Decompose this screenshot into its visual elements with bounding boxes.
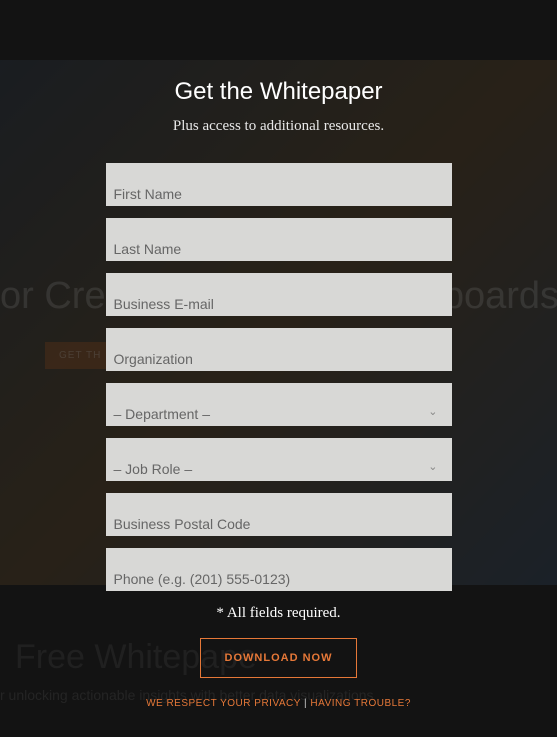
- whitepaper-modal: Get the Whitepaper Plus access to additi…: [0, 0, 557, 709]
- organization-label: Organization: [114, 351, 193, 371]
- postal-label: Business Postal Code: [114, 516, 251, 536]
- modal-subtitle: Plus access to additional resources.: [0, 118, 557, 135]
- last-name-label: Last Name: [114, 241, 182, 261]
- footer-links: WE RESPECT YOUR PRIVACY | HAVING TROUBLE…: [0, 698, 557, 709]
- email-label: Business E-mail: [114, 296, 214, 316]
- email-field[interactable]: Business E-mail: [106, 273, 452, 316]
- department-label: – Department –: [114, 406, 211, 426]
- last-name-field[interactable]: Last Name: [106, 218, 452, 261]
- chevron-down-icon: ⌄: [428, 405, 443, 426]
- lead-form: First Name Last Name Business E-mail Org…: [106, 163, 452, 591]
- postal-code-field[interactable]: Business Postal Code: [106, 493, 452, 536]
- phone-label: Phone (e.g. (201) 555-0123): [114, 571, 291, 591]
- job-role-select[interactable]: – Job Role – ⌄: [106, 438, 452, 481]
- phone-field[interactable]: Phone (e.g. (201) 555-0123): [106, 548, 452, 591]
- organization-field[interactable]: Organization: [106, 328, 452, 371]
- first-name-label: First Name: [114, 186, 182, 206]
- first-name-field[interactable]: First Name: [106, 163, 452, 206]
- chevron-down-icon: ⌄: [428, 460, 443, 481]
- job-role-label: – Job Role –: [114, 461, 193, 481]
- modal-title: Get the Whitepaper: [0, 78, 557, 106]
- download-button[interactable]: DOWNLOAD NOW: [200, 638, 358, 678]
- trouble-link[interactable]: HAVING TROUBLE?: [310, 698, 411, 709]
- privacy-link[interactable]: WE RESPECT YOUR PRIVACY: [146, 698, 301, 709]
- required-note: * All fields required.: [0, 605, 557, 622]
- department-select[interactable]: – Department – ⌄: [106, 383, 452, 426]
